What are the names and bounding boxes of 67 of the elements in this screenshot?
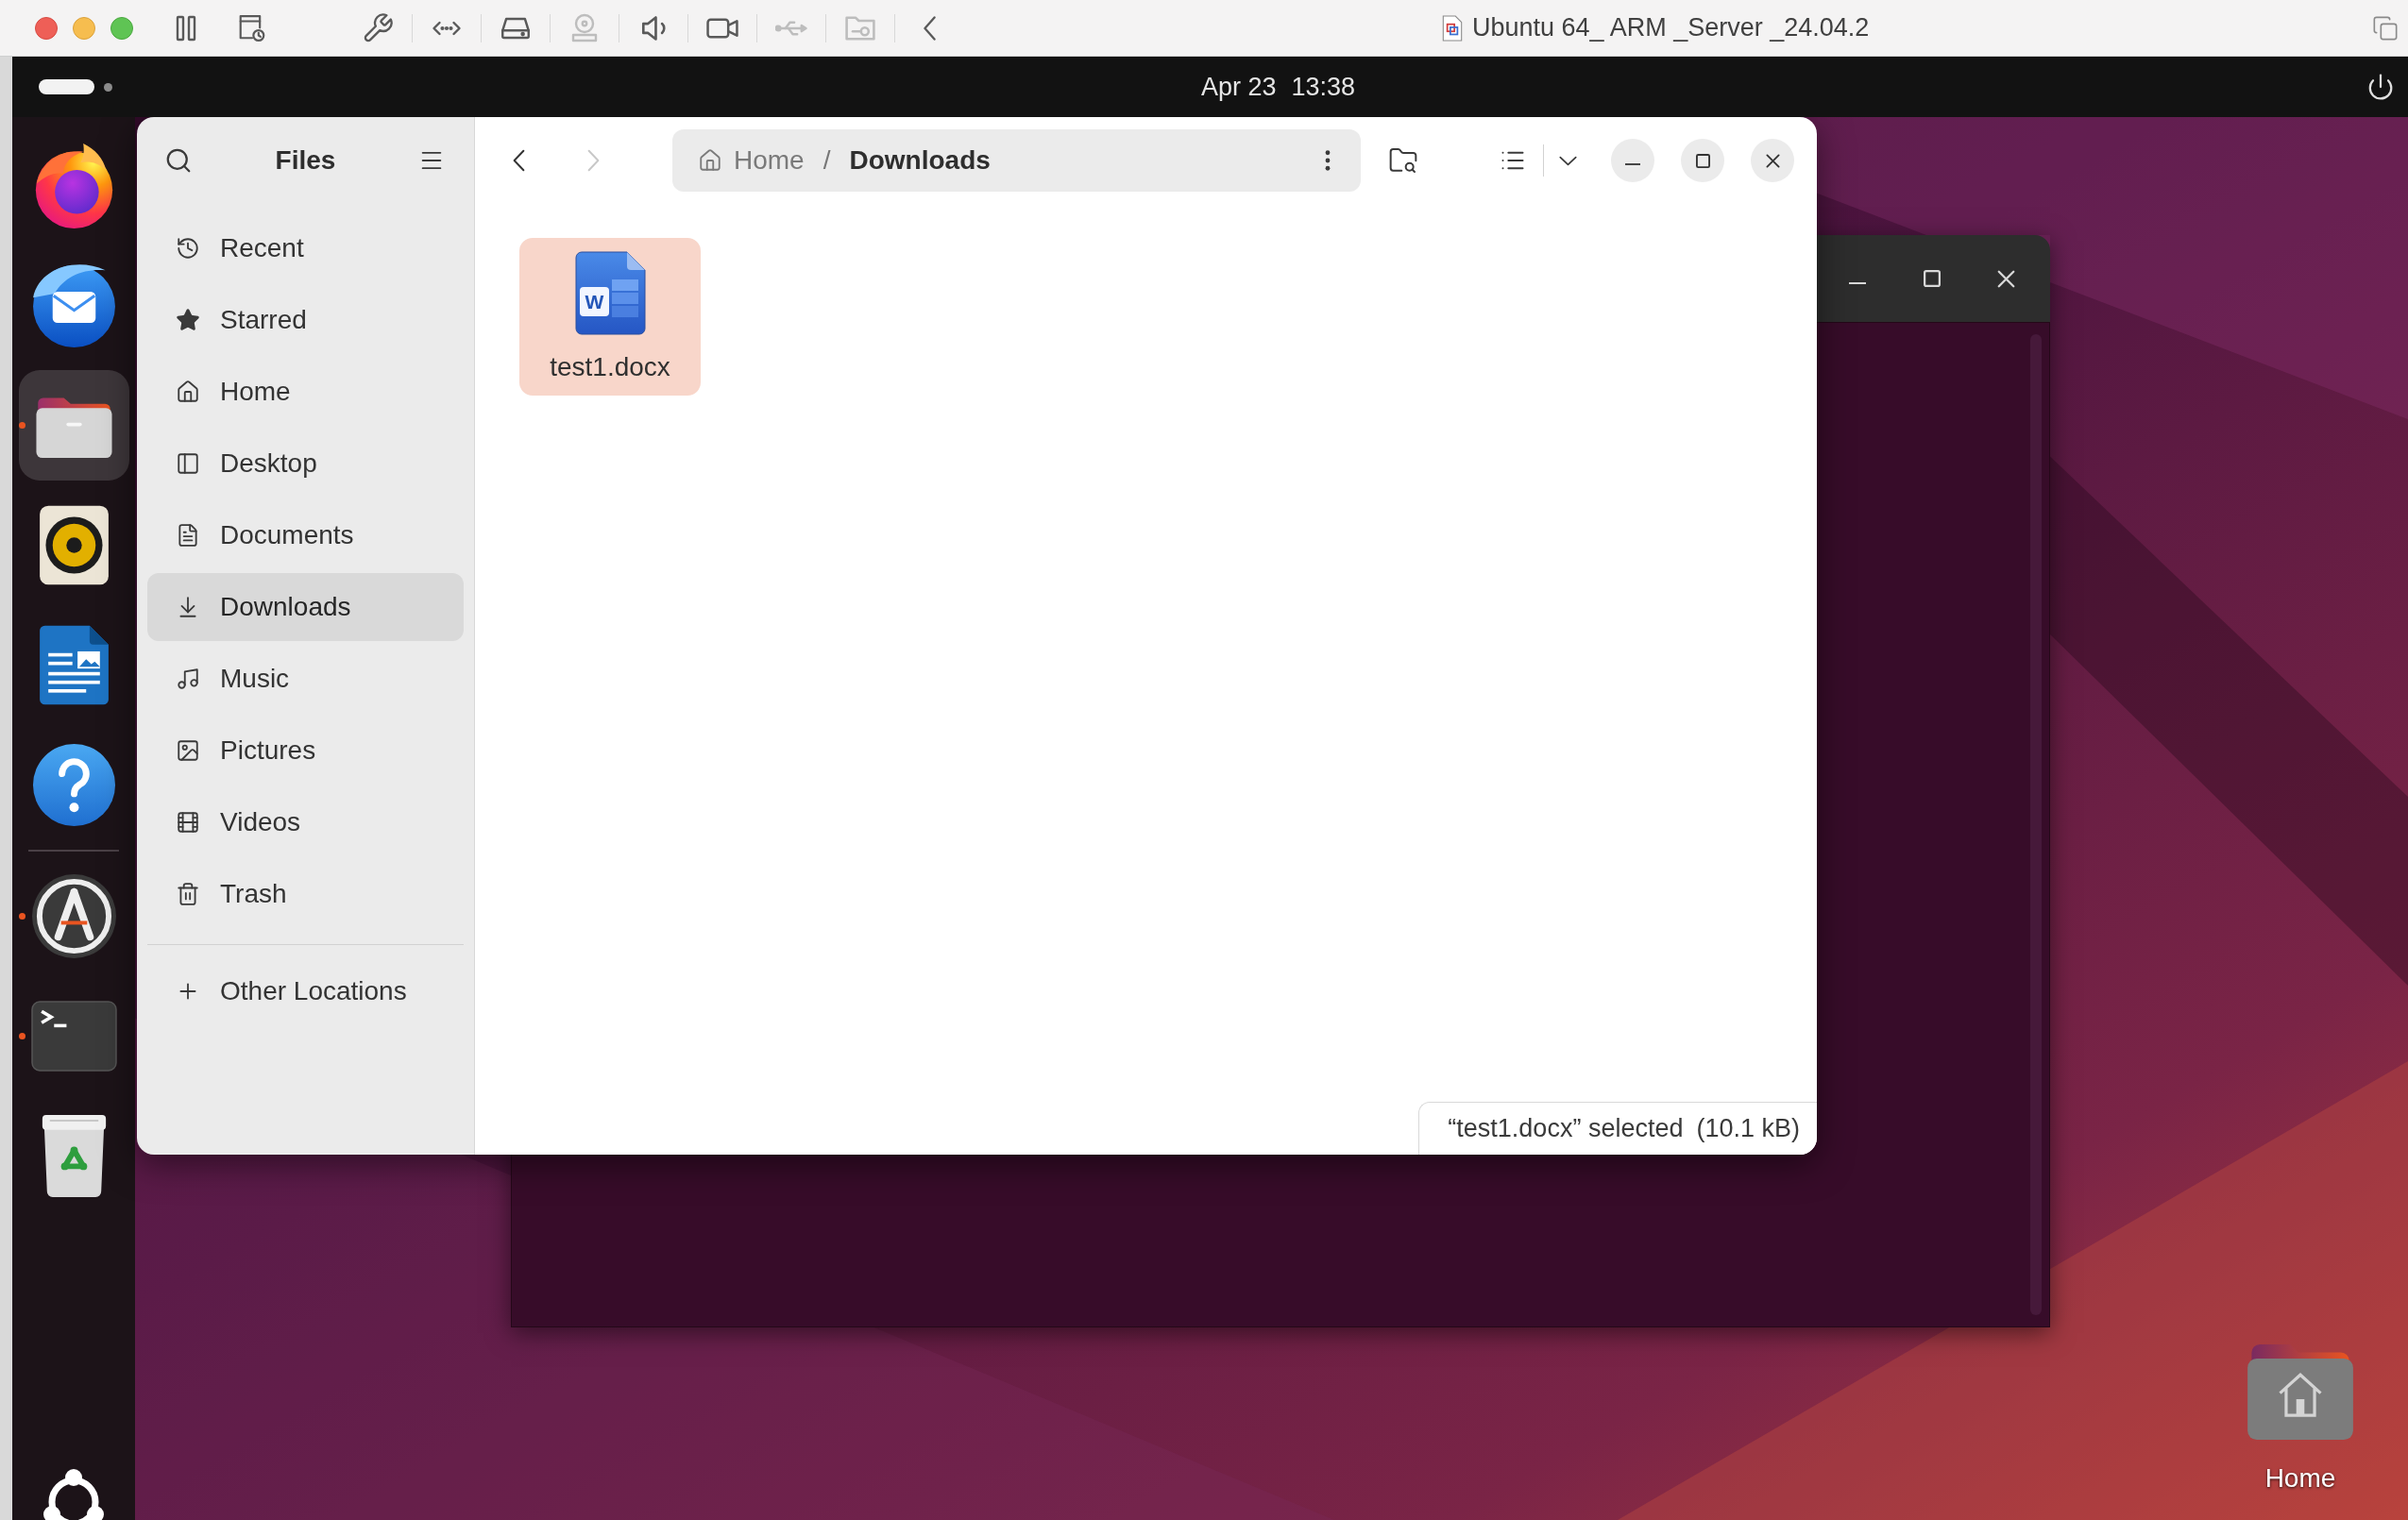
maximize-icon[interactable] <box>1924 270 1941 287</box>
maximize-icon <box>1695 153 1710 168</box>
folder-search-icon[interactable] <box>1388 145 1418 176</box>
house-icon <box>176 380 200 404</box>
sidebar-item[interactable]: Desktop <box>147 430 464 498</box>
code-arrows-icon[interactable] <box>431 19 463 37</box>
sidebar-item[interactable]: Home <box>147 358 464 426</box>
screen-icon <box>176 451 200 476</box>
word-document-icon <box>574 251 646 336</box>
close-button[interactable] <box>35 16 58 40</box>
close-button[interactable] <box>1751 139 1794 182</box>
image-icon <box>176 738 200 763</box>
hard-drive-icon[interactable] <box>500 15 532 41</box>
sidebar-item[interactable]: Other Locations <box>147 957 464 1025</box>
help-icon <box>30 742 117 828</box>
software-updater-icon <box>30 873 117 959</box>
file-item[interactable]: W test1.docx <box>519 238 701 396</box>
sidebar-item[interactable]: Downloads <box>147 573 464 641</box>
zoom-button[interactable] <box>110 16 133 40</box>
document-icon <box>176 523 200 548</box>
window-title: Ubuntu 64_ ARM _Server _24.04.2 <box>1472 12 1870 44</box>
film-icon <box>176 810 200 835</box>
snapshot-icon[interactable] <box>238 12 266 43</box>
dock-item[interactable] <box>18 370 129 481</box>
sidebar-item[interactable]: Recent <box>147 214 464 282</box>
home-folder-icon[interactable] <box>2247 1344 2353 1440</box>
chevron-left-icon[interactable] <box>923 15 936 41</box>
sidebar-title: Files <box>274 144 337 177</box>
active-workspace-icon[interactable] <box>39 79 94 94</box>
copy-icon[interactable] <box>2372 14 2399 42</box>
file-name: test1.docx <box>550 351 670 383</box>
mail-icon <box>30 262 117 348</box>
star-icon <box>176 308 200 332</box>
history-icon <box>176 236 200 261</box>
minimize-icon <box>1625 163 1640 165</box>
file-size: (10.1 kB) <box>1696 1113 1800 1145</box>
minimize-icon[interactable] <box>1848 282 1867 284</box>
music-note-icon <box>176 667 200 691</box>
sidebar-item[interactable]: Music <box>147 645 464 713</box>
speaker-icon[interactable] <box>640 13 667 42</box>
back-icon[interactable] <box>513 149 525 172</box>
wrench-icon[interactable] <box>363 12 393 43</box>
house-icon <box>698 148 722 173</box>
time-label[interactable]: 13:38 <box>1291 67 1356 107</box>
icon-letter: W <box>584 290 605 314</box>
sidebar-item[interactable]: Videos <box>147 788 464 856</box>
path-separator: / <box>822 144 831 177</box>
path-segment[interactable]: Home <box>698 141 805 180</box>
caret-icon[interactable] <box>1559 155 1577 166</box>
video-camera-icon[interactable] <box>706 17 738 39</box>
maximize-button[interactable] <box>1681 139 1724 182</box>
trash-icon <box>176 882 200 906</box>
desktop-icon-label[interactable]: Home <box>2264 1459 2336 1498</box>
sidebar-item[interactable]: Starred <box>147 286 464 354</box>
path-segment[interactable]: Downloads <box>849 141 991 180</box>
document-icon <box>1442 14 1463 42</box>
power-icon[interactable] <box>2366 73 2395 101</box>
sidebar-item[interactable]: Trash <box>147 860 464 928</box>
selection-status: “test1.docx” selected <box>1448 1113 1684 1145</box>
kebab-menu-icon[interactable] <box>1325 150 1331 171</box>
date-label[interactable]: Apr 23 <box>1201 67 1277 107</box>
close-icon <box>1765 153 1780 168</box>
sidebar-item[interactable]: Pictures <box>147 717 464 785</box>
sidebar-item[interactable]: Documents <box>147 501 464 569</box>
close-icon[interactable] <box>1997 269 2015 288</box>
pause-icon[interactable] <box>175 14 197 42</box>
search-icon[interactable] <box>164 146 193 175</box>
